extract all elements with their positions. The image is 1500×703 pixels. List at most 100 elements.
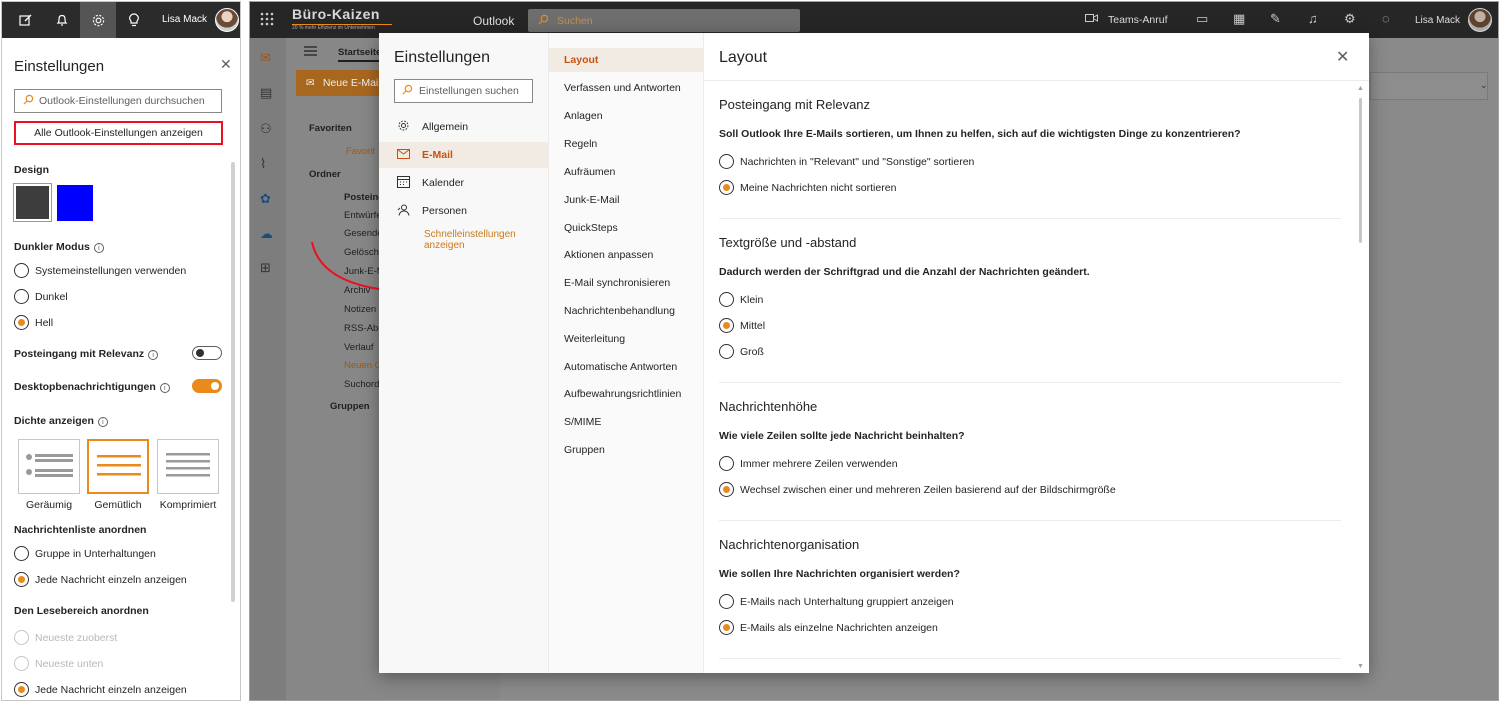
subnav-item[interactable]: Regeln: [549, 132, 703, 156]
scrollbar[interactable]: [231, 162, 235, 602]
avatar[interactable]: [1468, 8, 1492, 32]
radio-button[interactable]: [719, 318, 734, 333]
all-settings-button[interactable]: Alle Outlook-Einstellungen anzeigen: [14, 121, 223, 145]
subnav-item[interactable]: Anlagen: [549, 104, 703, 128]
info-icon[interactable]: i: [159, 383, 170, 393]
radio-button[interactable]: [719, 292, 734, 307]
attachment-icon[interactable]: ⌇: [260, 156, 266, 172]
subnav-item[interactable]: Automatische Antworten: [549, 355, 703, 379]
bell-icon[interactable]: [44, 2, 80, 38]
apps-icon[interactable]: ⊞: [260, 260, 271, 276]
info-icon[interactable]: i: [148, 350, 159, 360]
dark-mode-option[interactable]: Dunkel: [14, 289, 68, 304]
message-height-option[interactable]: Immer mehrere Zeilen verwenden: [719, 456, 898, 471]
reading-pane-option[interactable]: Jede Nachricht einzeln anzeigen: [14, 682, 187, 697]
onedrive-icon[interactable]: ☁: [260, 226, 273, 242]
gear-icon[interactable]: [80, 2, 116, 38]
subnav-item[interactable]: Verfassen und Antworten: [549, 76, 703, 100]
settings-search-input[interactable]: Einstellungen suchen: [394, 79, 533, 103]
nav-item-people[interactable]: Personen: [379, 198, 548, 224]
close-icon[interactable]: ✕: [1336, 47, 1349, 67]
radio-button[interactable]: [14, 682, 29, 697]
radio-button[interactable]: [14, 546, 29, 561]
radio-button[interactable]: [14, 572, 29, 587]
radio-button[interactable]: [719, 620, 734, 635]
compose-icon[interactable]: ✎: [1270, 11, 1281, 27]
mail-icon[interactable]: ✉: [260, 50, 271, 66]
message-list-option[interactable]: Gruppe in Unterhaltungen: [14, 546, 156, 561]
theme-swatch-blue[interactable]: [57, 185, 93, 221]
calendar-icon[interactable]: ▤: [260, 85, 272, 101]
radio-button[interactable]: [719, 594, 734, 609]
focused-inbox-option[interactable]: Meine Nachrichten nicht sortieren: [719, 180, 896, 195]
info-icon[interactable]: i: [93, 243, 104, 253]
subnav-item[interactable]: Nachrichtenbehandlung: [549, 299, 703, 323]
message-height-option[interactable]: Wechsel zwischen einer und mehreren Zeil…: [719, 482, 1116, 497]
focused-inbox-option[interactable]: Nachrichten in "Relevant" und "Sonstige"…: [719, 154, 974, 169]
scroll-down-icon[interactable]: ▼: [1357, 663, 1364, 670]
lightbulb-icon[interactable]: [116, 2, 152, 38]
scrollbar-thumb[interactable]: [1359, 98, 1362, 243]
avatar[interactable]: [215, 8, 239, 32]
dark-mode-option[interactable]: Hell: [14, 315, 53, 330]
text-size-option[interactable]: Klein: [719, 292, 763, 307]
settings-search-input[interactable]: Outlook-Einstellungen durchsuchen: [14, 89, 222, 113]
teams-call-button[interactable]: Teams-Anruf: [1085, 13, 1168, 26]
chevron-down-icon[interactable]: ⌄: [1480, 80, 1488, 91]
chat-icon[interactable]: ▭: [1196, 11, 1208, 27]
radio-button[interactable]: [719, 344, 734, 359]
yammer-icon[interactable]: ✿: [260, 191, 271, 207]
hamburger-icon[interactable]: [304, 46, 317, 59]
radio-button[interactable]: [719, 154, 734, 169]
subnav-item[interactable]: Gruppen: [549, 438, 703, 462]
new-mail-button[interactable]: ✉ Neue E-Mail: [296, 70, 386, 96]
radio-button[interactable]: [14, 289, 29, 304]
lightbulb-icon[interactable]: ◌: [1382, 11, 1390, 26]
gear-icon[interactable]: ⚙: [1344, 11, 1356, 27]
radio-button[interactable]: [719, 482, 734, 497]
bell-icon[interactable]: ♫: [1308, 11, 1318, 26]
folder-item[interactable]: RSS-Abo: [344, 323, 384, 334]
close-icon[interactable]: ✕: [220, 56, 232, 73]
groups-header[interactable]: Gruppen: [330, 401, 370, 412]
density-compact-option[interactable]: [157, 439, 219, 494]
info-icon[interactable]: i: [97, 417, 108, 427]
subnav-item[interactable]: Aktionen anpassen: [549, 243, 703, 267]
folder-item[interactable]: Verlauf: [344, 342, 374, 353]
nav-item-calendar[interactable]: Kalender: [379, 170, 548, 196]
subnav-item[interactable]: E-Mail synchronisieren: [549, 271, 703, 295]
density-cozy-option[interactable]: [87, 439, 149, 494]
scroll-up-icon[interactable]: ▲: [1357, 85, 1364, 92]
subnav-item[interactable]: Junk-E-Mail: [549, 188, 703, 212]
nav-item-general[interactable]: Allgemein: [379, 114, 548, 140]
people-icon[interactable]: ⚇: [260, 121, 272, 137]
favorites-item[interactable]: Favorit: [346, 146, 375, 157]
focused-inbox-toggle[interactable]: [192, 346, 222, 360]
subnav-item[interactable]: QuickSteps: [549, 216, 703, 240]
app-launcher-icon[interactable]: [260, 12, 274, 29]
radio-button[interactable]: [719, 456, 734, 471]
subnav-item[interactable]: S/MIME: [549, 410, 703, 434]
excel-icon[interactable]: ▦: [1233, 11, 1245, 27]
text-size-option[interactable]: Groß: [719, 344, 764, 359]
radio-button[interactable]: [14, 263, 29, 278]
text-size-option[interactable]: Mittel: [719, 318, 765, 333]
tab-home[interactable]: Startseite: [338, 47, 382, 62]
main-search-input[interactable]: Suchen: [528, 9, 800, 32]
dark-mode-option[interactable]: Systemeinstellungen verwenden: [14, 263, 186, 278]
radio-button[interactable]: [14, 315, 29, 330]
message-organization-option[interactable]: E-Mails als einzelne Nachrichten anzeige…: [719, 620, 938, 635]
subnav-item[interactable]: Weiterleitung: [549, 327, 703, 351]
message-list-option[interactable]: Jede Nachricht einzeln anzeigen: [14, 572, 187, 587]
desktop-notifications-toggle[interactable]: [192, 379, 222, 393]
subnav-item[interactable]: Aufräumen: [549, 160, 703, 184]
radio-button[interactable]: [719, 180, 734, 195]
folders-header[interactable]: Ordner: [309, 169, 341, 180]
nav-item-email[interactable]: E-Mail: [379, 142, 548, 168]
subnav-item-layout[interactable]: Layout: [549, 48, 703, 72]
folder-item[interactable]: Entwürfe: [344, 210, 382, 221]
density-spacious-option[interactable]: [18, 439, 80, 494]
favorites-header[interactable]: Favoriten: [309, 123, 352, 134]
compose-icon[interactable]: [8, 2, 44, 38]
message-organization-option[interactable]: E-Mails nach Unterhaltung gruppiert anze…: [719, 594, 954, 609]
